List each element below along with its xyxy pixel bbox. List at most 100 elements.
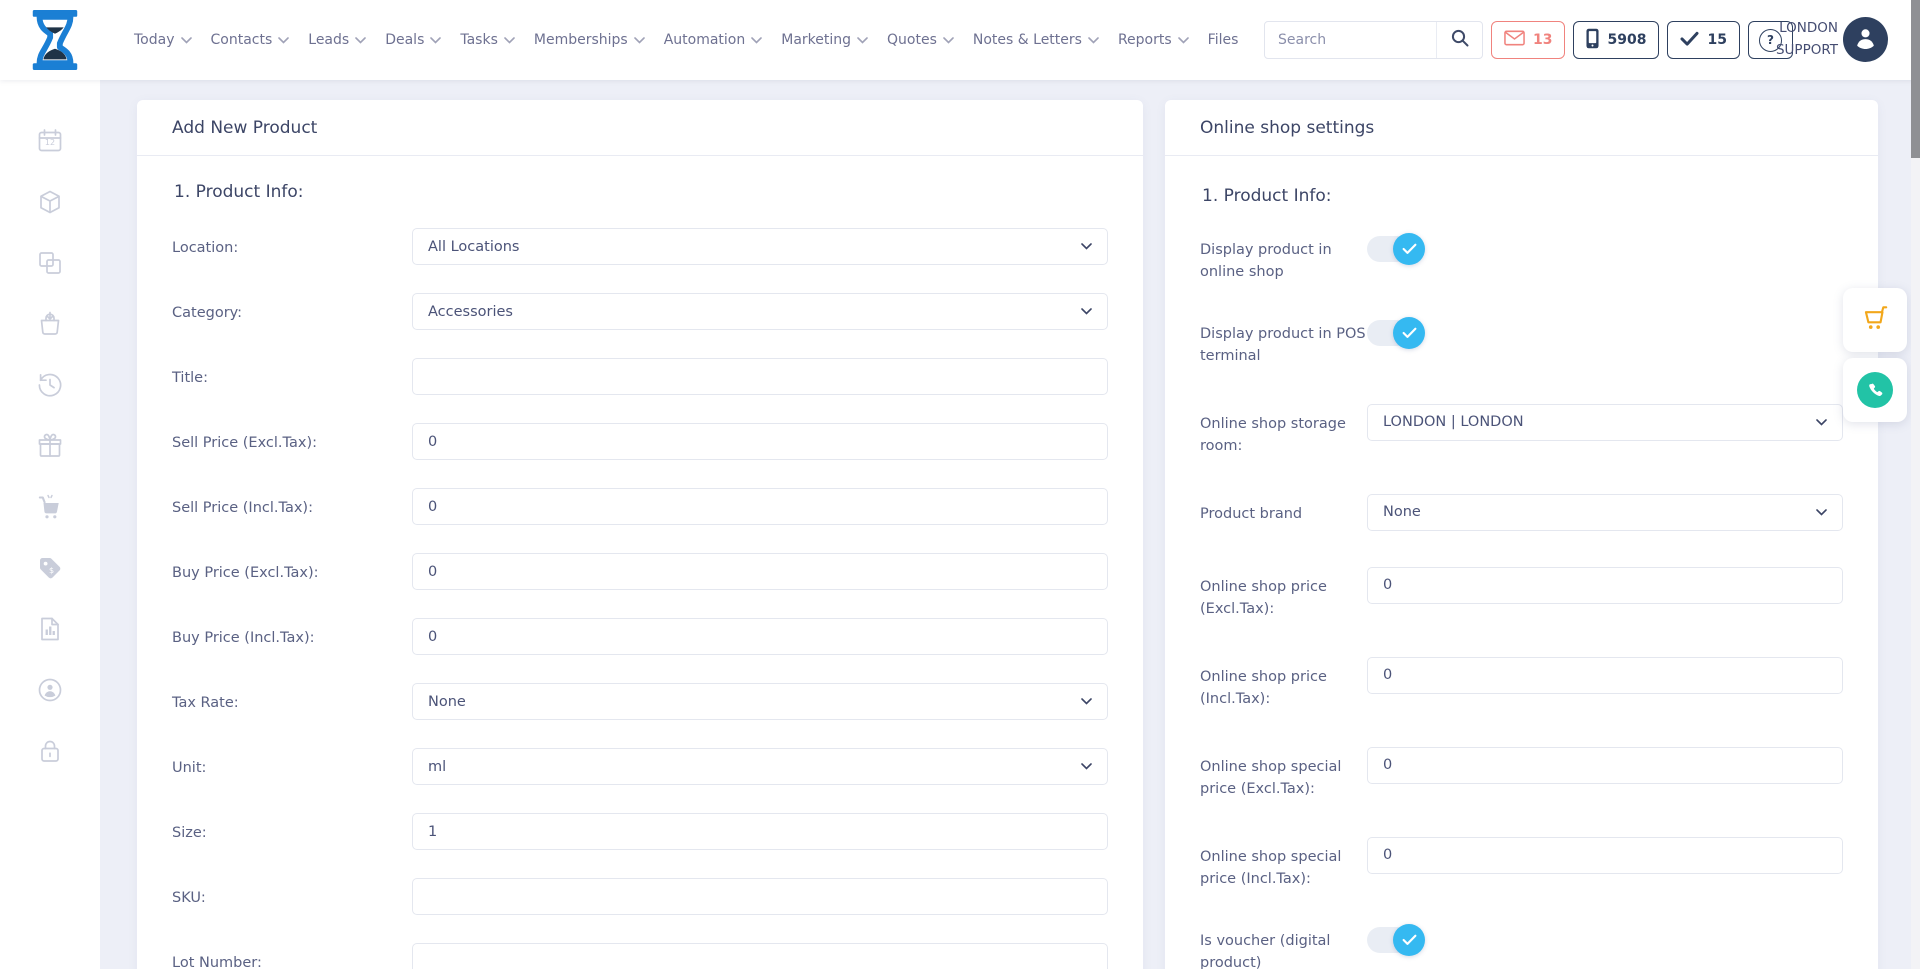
tasks-badge[interactable]: 15	[1667, 21, 1739, 59]
chevron-down-icon	[634, 37, 645, 44]
buy-price-incl-input[interactable]	[412, 618, 1108, 655]
sidebar-item-pricing[interactable]: $	[36, 554, 64, 582]
form-row-tax-rate: Tax Rate:None	[172, 683, 1108, 720]
field-label-unit: Unit:	[172, 748, 412, 779]
chevron-down-icon	[1081, 763, 1092, 770]
field-label-shop-special-price-excl: Online shop special price (Excl.Tax):	[1200, 747, 1367, 801]
nav-item-quotes[interactable]: Quotes	[887, 32, 954, 48]
nav-item-label: Today	[134, 32, 175, 48]
storage-room-select[interactable]: LONDON | LONDON	[1367, 404, 1843, 441]
nav-item-today[interactable]: Today	[134, 32, 192, 48]
chevron-down-icon	[1088, 37, 1099, 44]
nav-item-memberships[interactable]: Memberships	[534, 32, 645, 48]
title-input[interactable]	[412, 358, 1108, 395]
history-icon	[36, 384, 64, 403]
sell-price-incl-input[interactable]	[412, 488, 1108, 525]
app-logo-hourglass-icon[interactable]	[26, 9, 84, 71]
main-content: Add New Product 1. Product Info: Locatio…	[100, 80, 1920, 969]
sidebar-item-purchases[interactable]	[36, 310, 64, 338]
field-label-sell-price-excl: Sell Price (Excl.Tax):	[172, 423, 412, 454]
sell-price-excl-input[interactable]	[412, 423, 1108, 460]
user-name[interactable]: LONDON SUPPORT	[1756, 18, 1838, 61]
toggle-check-icon	[1393, 924, 1425, 956]
calendar-day-number: 12	[36, 138, 64, 147]
display-online-shop-toggle[interactable]	[1367, 236, 1423, 262]
size-input[interactable]	[412, 813, 1108, 850]
form-row-display-online-shop: Display product in online shop	[1200, 236, 1843, 284]
shop-price-incl-input[interactable]	[1367, 657, 1843, 694]
chevron-down-icon	[278, 37, 289, 44]
account-icon	[36, 689, 64, 708]
selected-value: LONDON | LONDON	[1383, 414, 1524, 430]
form-row-shop-special-price-incl: Online shop special price (Incl.Tax):	[1200, 837, 1843, 891]
floating-shop-cart-button[interactable]	[1843, 288, 1907, 352]
product-brand-select[interactable]: None	[1367, 494, 1843, 531]
user-name-line1: LONDON	[1756, 18, 1838, 40]
shop-special-price-excl-input[interactable]	[1367, 747, 1843, 784]
sidebar-item-accounts[interactable]	[36, 676, 64, 704]
is-voucher-toggle[interactable]	[1367, 927, 1423, 953]
search-button[interactable]	[1436, 22, 1482, 58]
chevron-down-icon	[430, 37, 441, 44]
location-select[interactable]: All Locations	[412, 228, 1108, 265]
nav-item-contacts[interactable]: Contacts	[211, 32, 290, 48]
sidebar: 12 $	[0, 80, 100, 969]
sku-input[interactable]	[412, 878, 1108, 915]
sidebar-item-reports[interactable]	[36, 615, 64, 643]
user-name-line2: SUPPORT	[1756, 40, 1838, 62]
messages-badge[interactable]: 13	[1491, 21, 1565, 59]
main-nav: Today Contacts Leads Deals Tasks Memberships A…	[134, 0, 1238, 80]
sidebar-item-security[interactable]	[36, 737, 64, 765]
sidebar-item-products[interactable]	[36, 188, 64, 216]
calls-badge[interactable]: 5908	[1573, 21, 1659, 59]
nav-item-reports[interactable]: Reports	[1118, 32, 1189, 48]
shop-special-price-incl-input[interactable]	[1367, 837, 1843, 874]
chevron-down-icon	[504, 37, 515, 44]
nav-item-automation[interactable]: Automation	[664, 32, 763, 48]
chevron-down-icon	[1081, 243, 1092, 250]
lot-number-input[interactable]	[412, 943, 1108, 969]
nav-item-files[interactable]: Files	[1208, 32, 1239, 48]
sidebar-item-cart[interactable]	[36, 493, 64, 521]
shop-price-excl-input[interactable]	[1367, 567, 1843, 604]
display-pos-terminal-toggle[interactable]	[1367, 320, 1423, 346]
sidebar-item-duplicates[interactable]	[36, 249, 64, 277]
nav-item-label: Reports	[1118, 32, 1172, 48]
buy-price-excl-input[interactable]	[412, 553, 1108, 590]
form-row-shop-special-price-excl: Online shop special price (Excl.Tax):	[1200, 747, 1843, 801]
section-title: 1. Product Info:	[1202, 186, 1843, 206]
form-row-title: Title:	[172, 358, 1108, 395]
scrollbar-thumb[interactable]	[1911, 0, 1920, 158]
form-row-sell-price-excl: Sell Price (Excl.Tax):	[172, 423, 1108, 460]
chevron-down-icon	[1081, 698, 1092, 705]
svg-text:$: $	[49, 566, 54, 575]
nav-item-leads[interactable]: Leads	[308, 32, 366, 48]
unit-select[interactable]: ml	[412, 748, 1108, 785]
nav-item-tasks[interactable]: Tasks	[460, 32, 515, 48]
form-row-shop-price-incl: Online shop price (Incl.Tax):	[1200, 657, 1843, 711]
chevron-down-icon	[857, 37, 868, 44]
field-label-display-online-shop: Display product in online shop	[1200, 236, 1367, 284]
toggle-check-icon	[1393, 317, 1425, 349]
search-input[interactable]	[1265, 22, 1436, 58]
page-scrollbar[interactable]	[1911, 0, 1920, 969]
sidebar-item-calendar[interactable]: 12	[36, 127, 64, 155]
search-icon	[1450, 28, 1470, 52]
nav-item-deals[interactable]: Deals	[385, 32, 441, 48]
package-icon	[36, 201, 64, 220]
tax-rate-select[interactable]: None	[412, 683, 1108, 720]
nav-item-marketing[interactable]: Marketing	[781, 32, 868, 48]
nav-item-notes-letters[interactable]: Notes & Letters	[973, 32, 1099, 48]
topbar-badges: 13 5908 15 ?	[1491, 21, 1793, 59]
form-row-lot-number: Lot Number:	[172, 943, 1108, 969]
sidebar-item-history[interactable]	[36, 371, 64, 399]
user-avatar[interactable]	[1843, 17, 1888, 62]
nav-item-label: Marketing	[781, 32, 851, 48]
category-select[interactable]: Accessories	[412, 293, 1108, 330]
field-label-shop-price-incl: Online shop price (Incl.Tax):	[1200, 657, 1367, 711]
selected-value: Accessories	[428, 304, 513, 320]
phone-icon	[1857, 372, 1893, 408]
sidebar-item-gift-cards[interactable]	[36, 432, 64, 460]
floating-phone-button[interactable]	[1843, 358, 1907, 422]
tasks-count: 15	[1707, 32, 1726, 48]
